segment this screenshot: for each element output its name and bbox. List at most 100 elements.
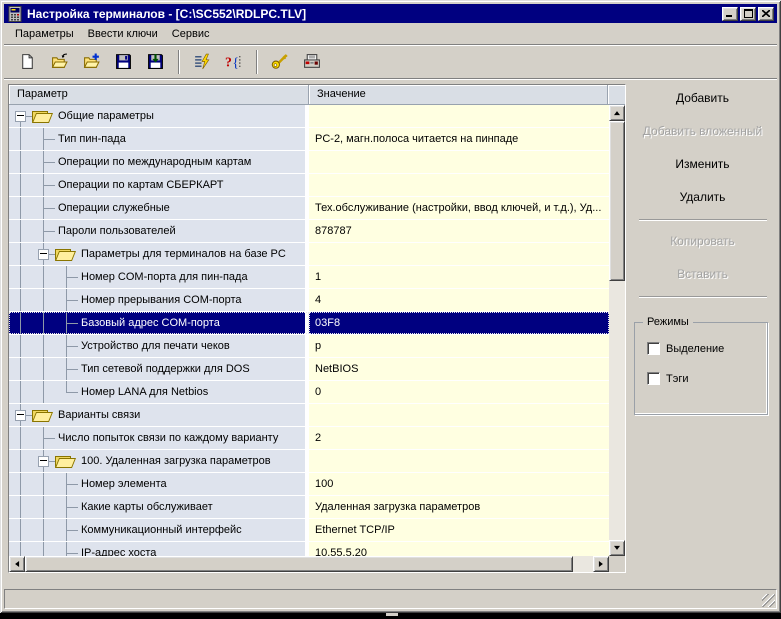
panel-button-3[interactable]: Удалить	[632, 187, 773, 207]
value-cell[interactable]: NetBIOS	[309, 358, 609, 380]
table-row[interactable]: IP-адрес хоста 10.55.5.20	[9, 542, 609, 556]
parameter-cell[interactable]: IP-адрес хоста	[9, 542, 309, 556]
validate-braces-button[interactable]: ?{	[220, 48, 247, 75]
parameter-cell[interactable]: Параметры для терминалов на базе PC	[9, 243, 309, 265]
scroll-left-button[interactable]	[9, 556, 25, 572]
value-cell[interactable]	[309, 105, 609, 127]
open-file-add-button[interactable]	[78, 48, 105, 75]
table-row[interactable]: 100. Удаленная загрузка параметров	[9, 450, 609, 473]
value-cell[interactable]	[309, 450, 609, 472]
expand-box-icon[interactable]	[15, 410, 26, 421]
value-cell[interactable]	[309, 174, 609, 196]
parameter-cell[interactable]: Тип сетевой поддержки для DOS	[9, 358, 309, 380]
parameter-cell[interactable]: Коммуникационный интерфейс	[9, 519, 309, 541]
highlight-mode-option[interactable]: Выделение	[647, 342, 724, 355]
panel-button-0[interactable]: Добавить	[632, 88, 773, 108]
table-row[interactable]: Коммуникационный интерфейс Ethernet TCP/I…	[9, 519, 609, 542]
resize-grip[interactable]	[762, 594, 775, 607]
parameter-cell[interactable]: Тип пин-пада	[9, 128, 309, 150]
table-row[interactable]: Номер элемента 100	[9, 473, 609, 496]
parameter-cell[interactable]: Номер LANA для Netbios	[9, 381, 309, 403]
parameter-cell[interactable]: Операции служебные	[9, 197, 309, 219]
tags-checkbox[interactable]	[647, 372, 660, 385]
table-row[interactable]: Номер прерывания COM-порта 4	[9, 289, 609, 312]
value-cell[interactable]	[309, 243, 609, 265]
value-cell[interactable]	[309, 404, 609, 426]
parameter-cell[interactable]: Устройство для печати чеков	[9, 335, 309, 357]
open-file-button[interactable]	[46, 48, 73, 75]
menu-item-1[interactable]: Ввести ключи	[81, 25, 165, 43]
fiscal-printer-button[interactable]	[298, 48, 325, 75]
menu-item-2[interactable]: Сервис	[165, 25, 217, 43]
table-row[interactable]: Число попыток связи по каждому варианту 2	[9, 427, 609, 450]
value-cell[interactable]: 2	[309, 427, 609, 449]
parameter-cell[interactable]: Варианты связи	[9, 404, 309, 426]
save-button[interactable]	[110, 48, 137, 75]
minimize-button[interactable]	[722, 6, 738, 21]
scroll-right-button[interactable]	[593, 556, 609, 572]
value-cell[interactable]: 10.55.5.20	[309, 542, 609, 556]
column-header-parameter[interactable]: Параметр	[9, 85, 309, 104]
table-row[interactable]: Пароли пользователей 878787	[9, 220, 609, 243]
table-row[interactable]: Варианты связи	[9, 404, 609, 427]
close-button[interactable]	[758, 6, 774, 21]
table-row[interactable]: Какие карты обслуживает Удаленная загрузк…	[9, 496, 609, 519]
expand-box-icon[interactable]	[38, 249, 49, 260]
menu-item-0[interactable]: Параметры	[8, 25, 81, 43]
value-cell[interactable]: 03F8	[309, 312, 609, 334]
table-row[interactable]: Операции по картам СБЕРКАРТ	[9, 174, 609, 197]
maximize-button[interactable]	[740, 6, 756, 21]
scroll-up-button[interactable]	[609, 105, 625, 121]
value-cell[interactable]: Ethernet TCP/IP	[309, 519, 609, 541]
parameter-cell[interactable]: Число попыток связи по каждому варианту	[9, 427, 309, 449]
parameter-cell[interactable]: Общие параметры	[9, 105, 309, 127]
value-cell[interactable]: Удаленная загрузка параметров	[309, 496, 609, 518]
expand-box-icon[interactable]	[15, 111, 26, 122]
horizontal-scroll-thumb[interactable]	[25, 556, 573, 572]
expand-box-icon[interactable]	[38, 456, 49, 467]
table-row[interactable]: Номер LANA для Netbios 0	[9, 381, 609, 404]
value-cell[interactable]: PC-2, магн.полоса читается на пинпаде	[309, 128, 609, 150]
column-header-value[interactable]: Значение	[309, 85, 608, 104]
table-row[interactable]: Общие параметры	[9, 105, 609, 128]
value-cell[interactable]: 100	[309, 473, 609, 495]
parameter-cell[interactable]: Операции по картам СБЕРКАРТ	[9, 174, 309, 196]
value-cell[interactable]: p	[309, 335, 609, 357]
table-row[interactable]: Устройство для печати чеков p	[9, 335, 609, 358]
parameter-cell[interactable]: Номер элемента	[9, 473, 309, 495]
key-button[interactable]	[266, 48, 293, 75]
vertical-scroll-thumb[interactable]	[609, 121, 625, 281]
parameter-cell[interactable]: Пароли пользователей	[9, 220, 309, 242]
horizontal-scroll-track[interactable]	[25, 556, 593, 572]
tags-mode-option[interactable]: Тэги	[647, 372, 689, 385]
value-cell[interactable]: 4	[309, 289, 609, 311]
apply-list-lightning-button[interactable]	[188, 48, 215, 75]
tree-connector	[9, 128, 32, 150]
table-row[interactable]: Операции по международным картам	[9, 151, 609, 174]
horizontal-scrollbar[interactable]	[9, 556, 609, 572]
table-row[interactable]: Базовый адрес COM-порта 03F8	[9, 312, 609, 335]
table-row[interactable]: Параметры для терминалов на базе PC	[9, 243, 609, 266]
vertical-scrollbar[interactable]	[609, 105, 625, 556]
parameter-cell[interactable]: Номер COM-порта для пин-пада	[9, 266, 309, 288]
value-cell[interactable]: 0	[309, 381, 609, 403]
save-import-button[interactable]	[142, 48, 169, 75]
vertical-scroll-track[interactable]	[609, 121, 625, 540]
table-row[interactable]: Номер COM-порта для пин-пада 1	[9, 266, 609, 289]
value-cell[interactable]: 878787	[309, 220, 609, 242]
parameter-cell[interactable]: 100. Удаленная загрузка параметров	[9, 450, 309, 472]
highlight-checkbox[interactable]	[647, 342, 660, 355]
value-cell[interactable]	[309, 151, 609, 173]
scroll-down-button[interactable]	[609, 540, 625, 556]
parameter-cell[interactable]: Какие карты обслуживает	[9, 496, 309, 518]
parameter-cell[interactable]: Номер прерывания COM-порта	[9, 289, 309, 311]
value-cell[interactable]: 1	[309, 266, 609, 288]
table-row[interactable]: Тип сетевой поддержки для DOS NetBIOS	[9, 358, 609, 381]
table-row[interactable]: Операции служебные Тех.обслуживание (наст…	[9, 197, 609, 220]
table-row[interactable]: Тип пин-пада PC-2, магн.полоса читается н…	[9, 128, 609, 151]
panel-button-2[interactable]: Изменить	[632, 154, 773, 174]
parameter-cell[interactable]: Базовый адрес COM-порта	[9, 312, 309, 334]
value-cell[interactable]: Тех.обслуживание (настройки, ввод ключей…	[309, 197, 609, 219]
new-document-button[interactable]	[14, 48, 41, 75]
parameter-cell[interactable]: Операции по международным картам	[9, 151, 309, 173]
